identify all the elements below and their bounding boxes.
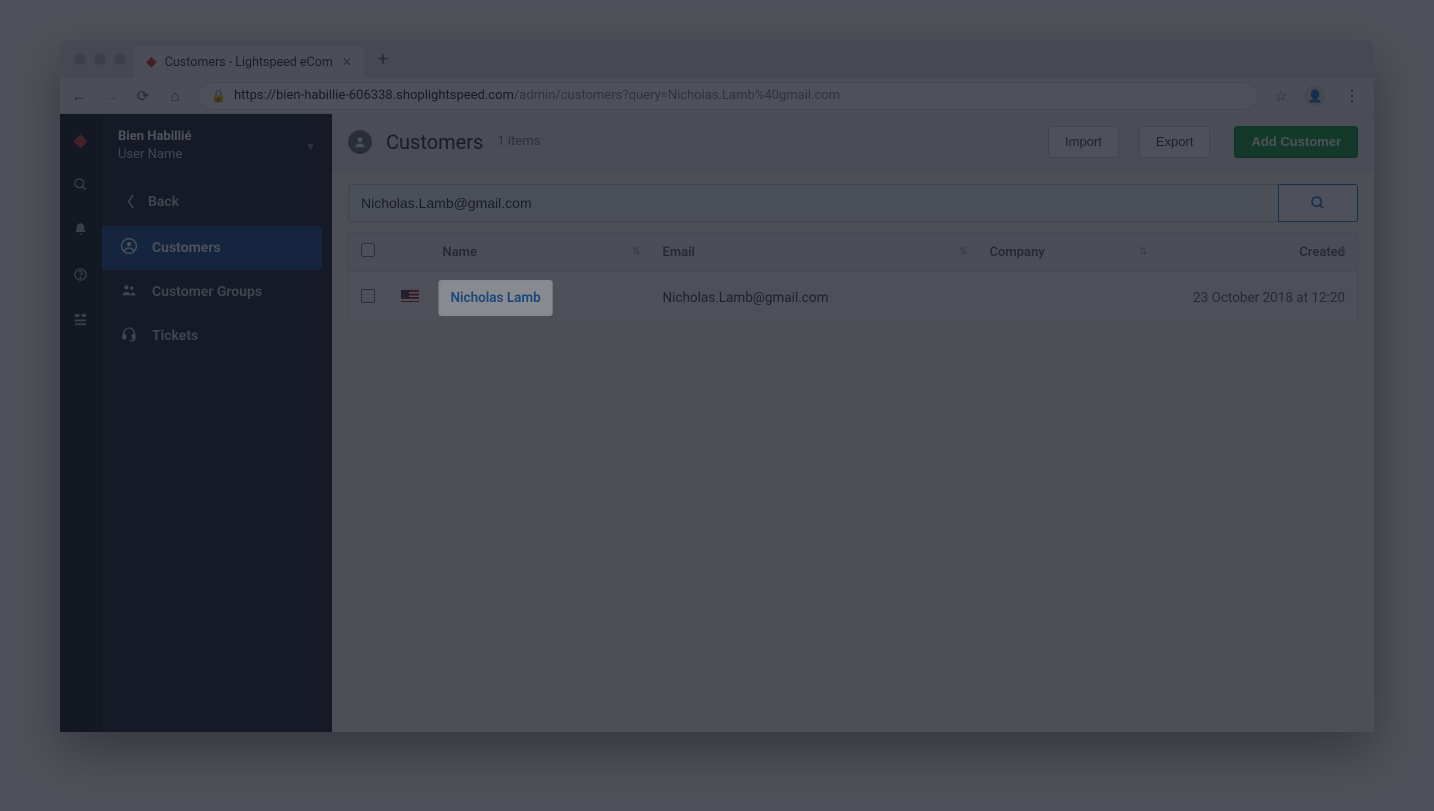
home-icon[interactable]: ⌂ — [166, 87, 184, 105]
flag-header — [389, 233, 431, 272]
sidebar: Bien Habillié User Name ▼ 〈 Back Custome… — [102, 114, 332, 732]
sidebar-back[interactable]: 〈 Back — [102, 178, 332, 226]
users-icon — [120, 282, 138, 302]
table-wrap: Name⇅ Email⇅ Company⇅ Created⇅ Nicholas … — [332, 232, 1374, 325]
browser-window: ◆ Customers - Lightspeed eCom ✕ + ← → ⟳ … — [60, 40, 1374, 732]
lock-icon: 🔒 — [211, 89, 226, 103]
user-circle-icon — [348, 130, 372, 154]
us-flag-icon — [401, 290, 419, 302]
forward-icon[interactable]: → — [102, 87, 120, 105]
user-circle-icon — [120, 238, 138, 258]
sort-icon: ⇅ — [1339, 247, 1347, 258]
main-content: Customers 1 items Import Export Add Cust… — [332, 114, 1374, 732]
export-button[interactable]: Export — [1139, 126, 1211, 158]
company-header[interactable]: Company⇅ — [978, 233, 1158, 272]
headset-icon — [120, 326, 138, 346]
sidebar-item-label: Tickets — [152, 328, 198, 344]
chevron-down-icon: ▼ — [305, 140, 316, 153]
created-header[interactable]: Created⇅ — [1158, 233, 1358, 272]
address-bar: ← → ⟳ ⌂ 🔒 https://bien-habillie-606338.s… — [60, 78, 1374, 114]
bell-icon[interactable] — [73, 222, 88, 241]
store-user: User Name — [118, 146, 192, 164]
maximize-window-icon[interactable] — [114, 53, 126, 65]
tab-bar: ◆ Customers - Lightspeed eCom ✕ + — [60, 40, 1374, 78]
row-checkbox[interactable] — [361, 289, 375, 303]
lightspeed-logo-icon[interactable]: ◆ — [74, 130, 88, 151]
sidebar-item-customer-groups[interactable]: Customer Groups — [102, 270, 322, 314]
search-icon[interactable] — [73, 177, 88, 196]
profile-avatar[interactable]: 👤 — [1304, 85, 1326, 107]
select-all-checkbox[interactable] — [361, 243, 375, 257]
search-input[interactable] — [348, 184, 1278, 222]
store-name: Bien Habillié — [118, 128, 192, 146]
close-tab-icon[interactable]: ✕ — [342, 55, 352, 69]
sidebar-item-tickets[interactable]: Tickets — [102, 314, 322, 358]
item-count: 1 items — [497, 134, 540, 149]
customer-created: 23 October 2018 at 12:20 — [1193, 290, 1345, 306]
search-button[interactable] — [1278, 184, 1358, 222]
page-title: Customers — [386, 130, 483, 154]
page-header: Customers 1 items Import Export Add Cust… — [332, 114, 1374, 170]
sort-icon: ⇅ — [959, 247, 967, 258]
close-window-icon[interactable] — [74, 53, 86, 65]
add-customer-button[interactable]: Add Customer — [1234, 126, 1358, 158]
sidebar-item-customers[interactable]: Customers — [102, 226, 322, 270]
url-host: https://bien-habillie-606338.shoplightsp… — [234, 88, 514, 103]
sidebar-item-label: Customers — [152, 240, 221, 256]
sort-icon: ⇅ — [632, 247, 640, 258]
url-input[interactable]: 🔒 https://bien-habillie-606338.shoplight… — [198, 82, 1258, 110]
sidebar-item-label: Customer Groups — [152, 284, 262, 300]
reload-icon[interactable]: ⟳ — [134, 87, 152, 105]
tab-title: Customers - Lightspeed eCom — [165, 55, 333, 70]
name-header[interactable]: Name⇅ — [431, 233, 651, 272]
search-row — [332, 170, 1374, 232]
bookmark-icon[interactable]: ☆ — [1272, 87, 1290, 105]
browser-menu-icon[interactable]: ⋮ — [1340, 86, 1364, 105]
new-tab-button[interactable]: + — [364, 49, 402, 70]
select-all-header[interactable] — [349, 233, 389, 272]
minimize-window-icon[interactable] — [94, 53, 106, 65]
table-header-row: Name⇅ Email⇅ Company⇅ Created⇅ — [349, 233, 1358, 272]
back-icon[interactable]: ← — [70, 87, 88, 105]
table-row[interactable]: Nicholas Lamb Nicholas.Lamb@gmail.com 23… — [349, 272, 1358, 325]
sidebar-back-label: Back — [148, 194, 179, 210]
left-rail: ◆ — [60, 114, 102, 732]
chevron-left-icon: 〈 — [120, 192, 134, 212]
window-controls — [70, 53, 134, 65]
customer-email: Nicholas.Lamb@gmail.com — [663, 290, 829, 306]
app-root: ◆ Bien Habillié User Name ▼ — [60, 114, 1374, 732]
sort-icon: ⇅ — [1139, 247, 1147, 258]
url-path: /admin/customers?query=Nicholas.Lamb%40g… — [514, 88, 840, 103]
store-switcher[interactable]: Bien Habillié User Name ▼ — [102, 114, 332, 178]
flame-icon: ◆ — [146, 54, 157, 70]
customer-name-link[interactable]: Nicholas Lamb — [451, 290, 541, 306]
import-button[interactable]: Import — [1048, 126, 1119, 158]
browser-tab[interactable]: ◆ Customers - Lightspeed eCom ✕ — [134, 46, 364, 78]
search-icon — [1310, 195, 1326, 211]
apps-icon[interactable] — [73, 312, 88, 331]
help-icon[interactable] — [73, 267, 88, 286]
email-header[interactable]: Email⇅ — [651, 233, 978, 272]
customers-table: Name⇅ Email⇅ Company⇅ Created⇅ Nicholas … — [348, 232, 1358, 325]
